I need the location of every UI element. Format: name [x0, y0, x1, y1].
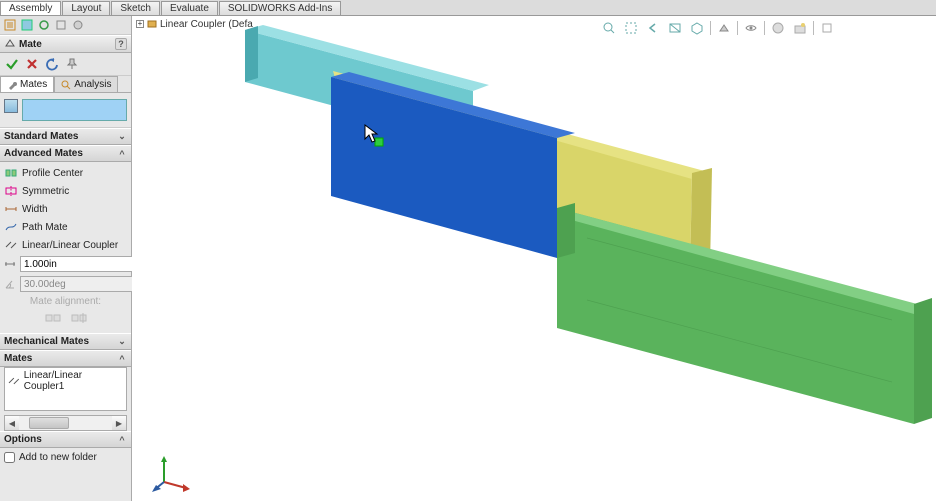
mate-linear-coupler[interactable]: Linear/Linear Coupler — [0, 236, 131, 254]
options-body: Add to new folder — [0, 448, 131, 467]
advanced-mates-body: Profile Center Symmetric Width Path Mate… — [0, 162, 131, 333]
magnifier-icon — [61, 80, 71, 90]
distance-row: ▲▼ — [0, 254, 131, 274]
help-button[interactable]: ? — [115, 38, 127, 50]
mate-selections-box — [0, 93, 131, 128]
symmetric-icon — [4, 185, 18, 197]
chevron-up-icon[interactable]: ^ — [117, 435, 127, 445]
chevron-up-icon[interactable]: ^ — [117, 354, 127, 364]
mate-profile-center[interactable]: Profile Center — [0, 164, 131, 182]
view-triad[interactable] — [152, 452, 192, 497]
path-mate-icon — [4, 221, 18, 233]
section-mechanical-mates[interactable]: Mechanical Mates ⌄ — [0, 333, 131, 350]
feature-tree-icon[interactable] — [3, 18, 17, 32]
mate-symmetric[interactable]: Symmetric — [0, 182, 131, 200]
linear-coupler-icon — [8, 376, 20, 386]
config-manager-icon[interactable] — [37, 18, 51, 32]
subtab-analysis[interactable]: Analysis — [54, 76, 118, 92]
pm-title: Mate — [19, 39, 42, 50]
graphics-viewport[interactable]: + Linear Coupler (Defa — [132, 16, 936, 501]
section-mates[interactable]: Mates ^ — [0, 350, 131, 367]
subtab-mates[interactable]: Mates — [0, 76, 54, 92]
horizontal-scrollbar[interactable]: ◀ ▶ — [4, 415, 127, 431]
mate-icon — [4, 38, 16, 50]
mate-alignment-label: Mate alignment: — [0, 294, 131, 309]
mouse-cursor — [364, 124, 380, 149]
tab-evaluate[interactable]: Evaluate — [161, 1, 218, 15]
pm-title-bar: Mate ? — [0, 35, 131, 53]
pm-subtabs: Mates Analysis — [0, 76, 131, 93]
add-to-folder-label: Add to new folder — [19, 452, 97, 463]
align-anti-button[interactable] — [71, 311, 87, 325]
undo-button[interactable] — [44, 56, 60, 72]
feature-manager-tabs — [0, 16, 131, 35]
add-to-folder-checkbox[interactable] — [4, 452, 15, 463]
scroll-left-arrow[interactable]: ◀ — [5, 416, 19, 430]
chevron-down-icon[interactable]: ⌄ — [117, 132, 127, 142]
width-icon — [4, 203, 18, 215]
tab-sketch[interactable]: Sketch — [111, 1, 160, 15]
pm-command-row — [0, 53, 131, 76]
display-manager-icon[interactable] — [71, 18, 85, 32]
selection-list-field[interactable] — [22, 99, 127, 121]
selection-swatch-icon — [4, 99, 18, 113]
align-same-button[interactable] — [45, 311, 61, 325]
property-manager-panel: Mate ? Mates Analysis — [0, 16, 132, 501]
distance-icon — [4, 257, 16, 271]
tab-addins[interactable]: SOLIDWORKS Add-Ins — [219, 1, 341, 15]
mate-item[interactable]: Linear/Linear Coupler1 — [5, 368, 126, 394]
section-standard-mates[interactable]: Standard Mates ⌄ — [0, 128, 131, 145]
mates-list[interactable]: Linear/Linear Coupler1 — [4, 367, 127, 411]
mate-width[interactable]: Width — [0, 200, 131, 218]
scroll-thumb[interactable] — [29, 417, 69, 429]
tab-layout[interactable]: Layout — [62, 1, 110, 15]
model-render — [132, 16, 936, 501]
scroll-track[interactable] — [19, 416, 112, 430]
part-green-rail[interactable] — [557, 203, 932, 424]
profile-center-icon — [4, 167, 18, 179]
section-options[interactable]: Options ^ — [0, 431, 131, 448]
pushpin-button[interactable] — [64, 56, 80, 72]
dimxpert-icon[interactable] — [54, 18, 68, 32]
ok-button[interactable] — [4, 56, 20, 72]
tab-assembly[interactable]: Assembly — [0, 1, 61, 15]
chevron-down-icon[interactable]: ⌄ — [117, 337, 127, 347]
scroll-right-arrow[interactable]: ▶ — [112, 416, 126, 430]
command-manager-tabs: Assembly Layout Sketch Evaluate SOLIDWOR… — [0, 0, 936, 16]
linear-coupler-icon — [4, 239, 18, 251]
angle-row: ▲▼ — [0, 274, 131, 294]
mate-path[interactable]: Path Mate — [0, 218, 131, 236]
chevron-up-icon[interactable]: ^ — [117, 149, 127, 159]
section-advanced-mates[interactable]: Advanced Mates ^ — [0, 145, 131, 162]
cancel-button[interactable] — [24, 56, 40, 72]
mate-alignment-buttons — [0, 309, 131, 331]
wrench-icon — [7, 80, 17, 90]
angle-icon — [4, 277, 16, 291]
property-manager-icon[interactable] — [20, 18, 34, 32]
